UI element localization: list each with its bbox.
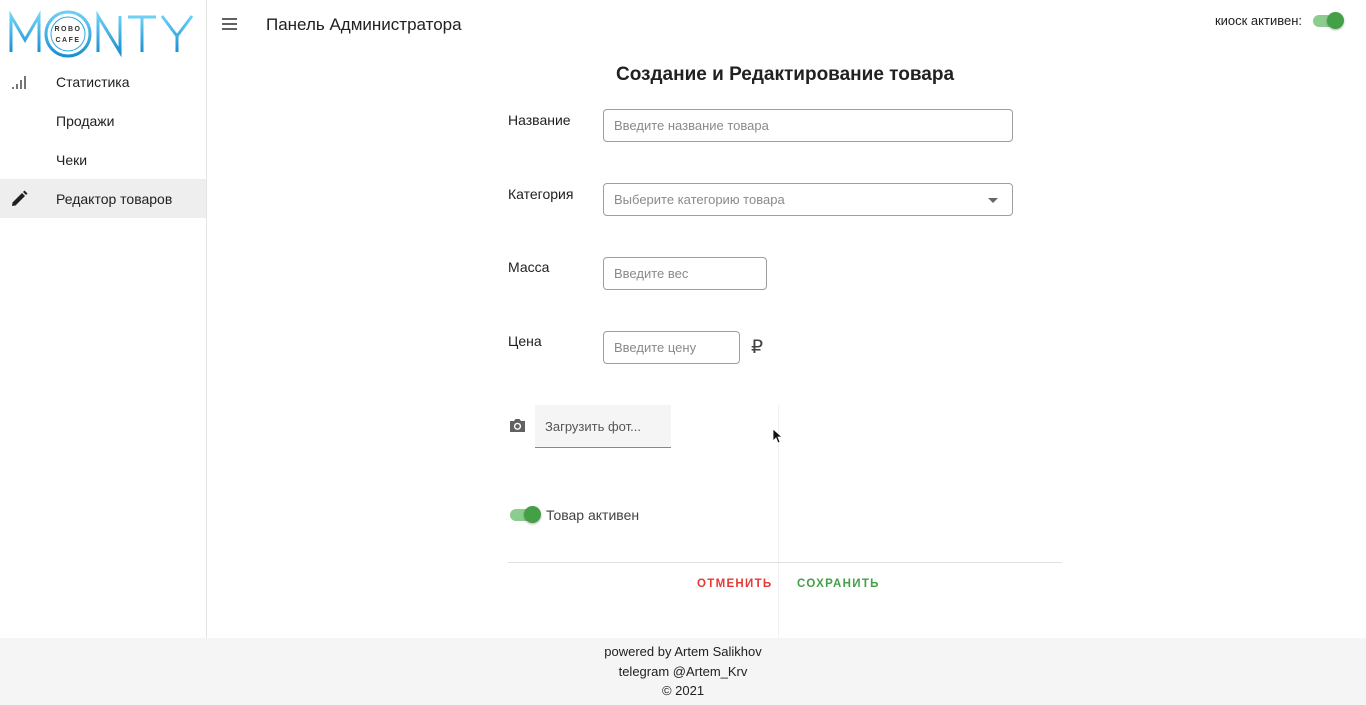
name-placeholder: Введите название товара	[614, 118, 769, 133]
upload-photo-label: Загрузить фот...	[545, 418, 641, 434]
monty-logo[interactable]: ROBO CAFE	[8, 8, 198, 60]
kiosk-active-label: киоск активен:	[1214, 12, 1302, 28]
name-input[interactable]: Введите название товара	[603, 109, 1013, 142]
page-title: Панель Администратора	[266, 15, 462, 34]
price-input[interactable]: Введите цену	[603, 331, 740, 364]
sidebar-item-label: Статистика	[56, 73, 130, 90]
toggle-thumb	[524, 506, 541, 523]
kiosk-active-toggle[interactable]	[1312, 10, 1346, 30]
hamburger-menu-icon[interactable]	[221, 16, 239, 32]
sidebar-nav: Статистика Продажи Чеки Редактор товаров	[0, 62, 206, 218]
app-header: Панель Администратора киоск активен:	[207, 0, 1366, 50]
kiosk-status: киоск активен:	[1215, 10, 1346, 30]
mass-label: Масса	[508, 259, 550, 275]
pencil-icon	[12, 190, 28, 206]
sidebar-item-label: Чеки	[56, 151, 88, 168]
footer-telegram: telegram @Artem_Krv	[618, 664, 748, 679]
logo-badge-top: ROBO	[55, 26, 82, 33]
price-label: Цена	[508, 333, 542, 349]
category-select[interactable]: Выберите категорию товара	[603, 183, 1013, 216]
sidebar-item-sales[interactable]: Продажи	[0, 101, 206, 140]
sidebar-item-product-editor[interactable]: Редактор товаров	[0, 179, 206, 218]
footer-copyright: © 2021	[661, 683, 705, 698]
form-divider	[508, 562, 1062, 563]
currency-symbol: ₽	[751, 337, 764, 358]
mass-input[interactable]: Введите вес	[603, 257, 767, 290]
footer: powered by Artem Salikhov telegram @Arte…	[0, 638, 1366, 705]
sidebar-item-receipts[interactable]: Чеки	[0, 140, 206, 179]
toggle-thumb	[1327, 12, 1344, 29]
logo-badge-bottom: CAFE	[55, 37, 80, 44]
price-placeholder: Введите цену	[614, 340, 697, 355]
sidebar-item-statistics[interactable]: Статистика	[0, 62, 206, 101]
item-active-toggle[interactable]	[509, 504, 543, 524]
save-button[interactable]: СОХРАНИТЬ	[797, 578, 880, 590]
upload-photo-input[interactable]: Загрузить фот...	[535, 405, 671, 448]
mouse-cursor-icon	[772, 428, 782, 444]
dropdown-arrow-icon	[988, 198, 998, 203]
mass-placeholder: Введите вес	[614, 266, 689, 281]
cancel-button[interactable]: ОТМЕНИТЬ	[697, 578, 772, 590]
category-label: Категория	[508, 186, 574, 202]
sidebar-item-label: Продажи	[56, 112, 115, 129]
name-label: Название	[508, 112, 571, 128]
bar-chart-icon	[12, 76, 26, 89]
sidebar-item-label: Редактор товаров	[56, 190, 173, 207]
sidebar: ROBO CAFE Статистика Продажи Чеки Редакт…	[0, 0, 207, 638]
category-placeholder: Выберите категорию товара	[614, 192, 785, 207]
item-active-label: Товар активен	[546, 507, 640, 523]
footer-credit: powered by Artem Salikhov	[604, 644, 762, 659]
camera-icon[interactable]	[509, 418, 526, 433]
form-title: Создание и Редактирование товара	[615, 64, 955, 85]
